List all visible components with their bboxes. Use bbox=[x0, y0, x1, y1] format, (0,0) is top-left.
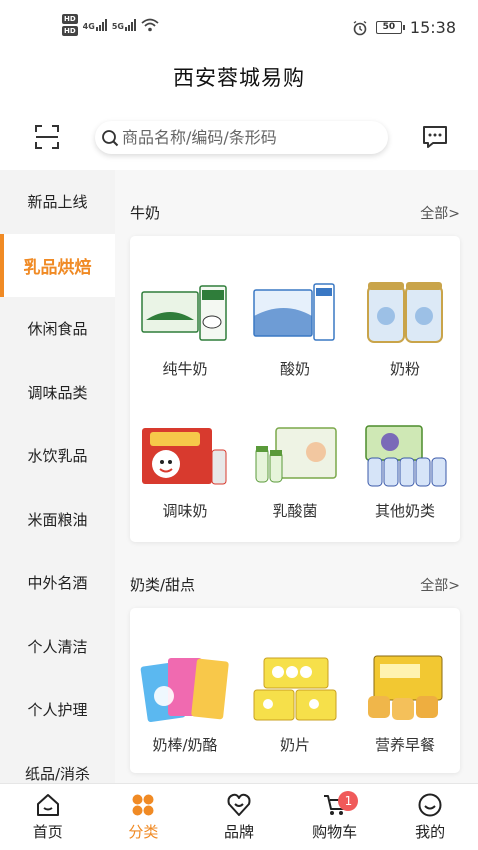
sidebar-item-label: 中外名酒 bbox=[27, 574, 88, 593]
signal-4g-icon: 4G bbox=[83, 19, 107, 31]
product-name: 乳酸菌 bbox=[272, 502, 318, 520]
tab-label: 分类 bbox=[128, 823, 159, 841]
network-indicators: HD HD 4G 5G bbox=[62, 14, 159, 36]
search-bar[interactable] bbox=[95, 121, 388, 154]
view-all-link[interactable]: 全部> bbox=[420, 575, 460, 595]
product-image bbox=[140, 418, 230, 490]
product-image bbox=[250, 276, 340, 348]
product-image bbox=[140, 652, 230, 724]
sidebar-item-label: 个人护理 bbox=[27, 701, 88, 720]
view-all-link[interactable]: 全部> bbox=[420, 203, 460, 223]
search-icon bbox=[102, 129, 119, 146]
search-input[interactable] bbox=[122, 128, 372, 147]
signal-5g-icon: 5G bbox=[112, 19, 136, 31]
tab-cart[interactable]: 1 购物车 bbox=[287, 784, 383, 850]
sidebar-item-label: 乳品烘焙 bbox=[23, 257, 92, 278]
product-image bbox=[250, 418, 340, 490]
sidebar-item-label: 新品上线 bbox=[27, 193, 88, 212]
sidebar-item-liquor[interactable]: 中外名酒 bbox=[0, 551, 115, 615]
tab-category[interactable]: 分类 bbox=[96, 784, 192, 850]
sidebar-item-label: 纸品/消杀 bbox=[24, 764, 91, 783]
tab-label: 我的 bbox=[415, 823, 446, 841]
product-item[interactable]: 纯牛奶 bbox=[130, 276, 240, 379]
sidebar-item-label: 调味品类 bbox=[27, 383, 88, 402]
tab-brand[interactable]: 品牌 bbox=[191, 784, 287, 850]
product-item[interactable]: 奶棒/奶酪 bbox=[130, 652, 240, 755]
cart-badge: 1 bbox=[338, 791, 359, 811]
category-sidebar: 新品上线 乳品烘焙 休闲食品 调味品类 水饮乳品 米面粮油 中外名酒 个人清洁 … bbox=[0, 170, 115, 783]
message-icon[interactable] bbox=[421, 124, 449, 150]
smile-icon bbox=[418, 793, 442, 817]
sidebar-item-label: 水饮乳品 bbox=[27, 447, 88, 466]
product-item[interactable]: 营养早餐 bbox=[350, 652, 460, 755]
product-item[interactable]: 奶粉 bbox=[350, 276, 460, 379]
status-right: 50 15:38 bbox=[352, 18, 456, 37]
product-image bbox=[360, 276, 450, 348]
section-title: 牛奶 bbox=[130, 204, 161, 222]
clock: 15:38 bbox=[409, 18, 456, 37]
tab-label: 购物车 bbox=[312, 823, 358, 841]
product-image bbox=[360, 652, 450, 724]
product-item[interactable]: 调味奶 bbox=[130, 418, 240, 521]
product-name: 酸奶 bbox=[279, 360, 310, 378]
sidebar-item-paper[interactable]: 纸品/消杀 bbox=[0, 742, 115, 784]
tab-profile[interactable]: 我的 bbox=[382, 784, 478, 850]
alarm-icon bbox=[353, 20, 367, 35]
wifi-icon bbox=[141, 18, 159, 32]
section-header: 牛奶 全部> bbox=[130, 202, 460, 223]
bottom-tab-bar: 首页 分类 品牌 1 购物车 我的 bbox=[0, 783, 478, 850]
product-item[interactable]: 乳酸菌 bbox=[240, 418, 350, 521]
hd-badge: HD bbox=[62, 14, 78, 24]
product-item[interactable]: 其他奶类 bbox=[350, 418, 460, 521]
sidebar-item-label: 米面粮油 bbox=[27, 510, 88, 529]
category-content: 牛奶 全部> 纯牛奶 酸奶 奶粉 调味奶 乳酸菌 其他奶类 奶类/甜点 全部> … bbox=[115, 170, 478, 783]
status-bar: HD HD 4G 5G 50 15:38 bbox=[0, 0, 478, 50]
product-name: 奶粉 bbox=[389, 360, 420, 378]
tab-label: 品牌 bbox=[223, 823, 254, 841]
sidebar-item-label: 个人清洁 bbox=[27, 637, 88, 656]
tab-home[interactable]: 首页 bbox=[0, 784, 96, 850]
section-title: 奶类/甜点 bbox=[130, 576, 196, 594]
product-item[interactable]: 奶片 bbox=[240, 652, 350, 755]
product-image bbox=[140, 276, 230, 348]
product-name: 其他奶类 bbox=[374, 502, 435, 520]
scan-icon[interactable] bbox=[34, 124, 60, 150]
hd-badge: HD bbox=[62, 26, 78, 36]
product-name: 调味奶 bbox=[162, 502, 208, 520]
product-item[interactable]: 酸奶 bbox=[240, 276, 350, 379]
product-name: 营养早餐 bbox=[374, 736, 435, 754]
sidebar-item-dairy-bakery[interactable]: 乳品烘焙 bbox=[0, 233, 115, 297]
category-icon bbox=[132, 794, 154, 816]
sidebar-item-personal-care[interactable]: 个人护理 bbox=[0, 678, 115, 742]
sidebar-item-grain-oil[interactable]: 米面粮油 bbox=[0, 488, 115, 552]
product-name: 纯牛奶 bbox=[162, 360, 208, 378]
sidebar-item-label: 休闲食品 bbox=[27, 320, 88, 339]
sidebar-item-condiments[interactable]: 调味品类 bbox=[0, 361, 115, 425]
page-title: 西安蓉城易购 bbox=[173, 66, 305, 90]
product-name: 奶片 bbox=[279, 736, 310, 754]
sidebar-item-new-arrivals[interactable]: 新品上线 bbox=[0, 170, 115, 234]
home-icon bbox=[36, 794, 59, 816]
sidebar-item-cleaning[interactable]: 个人清洁 bbox=[0, 615, 115, 679]
sidebar-item-beverages[interactable]: 水饮乳品 bbox=[0, 424, 115, 488]
tab-label: 首页 bbox=[32, 823, 63, 841]
section-header: 奶类/甜点 全部> bbox=[130, 574, 460, 595]
product-card: 奶棒/奶酪 奶片 营养早餐 bbox=[130, 608, 460, 773]
product-card: 纯牛奶 酸奶 奶粉 调味奶 乳酸菌 其他奶类 bbox=[130, 236, 460, 542]
product-image bbox=[360, 418, 450, 490]
product-image bbox=[250, 652, 340, 724]
product-name: 奶棒/奶酪 bbox=[152, 736, 218, 754]
brand-icon bbox=[227, 793, 251, 816]
battery-icon: 50 bbox=[375, 21, 405, 34]
sidebar-item-snacks[interactable]: 休闲食品 bbox=[0, 297, 115, 361]
